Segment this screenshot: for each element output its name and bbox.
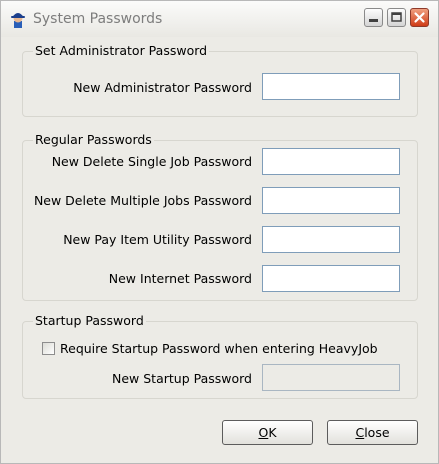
admin-password-label: New Administrator Password — [73, 80, 252, 95]
delete-multiple-jobs-password-label: New Delete Multiple Jobs Password — [33, 193, 252, 208]
maximize-button[interactable] — [387, 8, 406, 27]
admin-group-legend: Set Administrator Password — [33, 43, 210, 58]
delete-single-job-password-field[interactable] — [262, 148, 400, 175]
require-startup-password-label[interactable]: Require Startup Password when entering H… — [60, 341, 378, 356]
minimize-button[interactable] — [364, 8, 383, 27]
startup-group-legend: Startup Password — [33, 313, 146, 328]
maximize-icon — [391, 12, 402, 22]
close-button-label: lose — [364, 425, 390, 440]
startup-password-field — [262, 364, 400, 391]
internet-password-field[interactable] — [262, 265, 400, 292]
close-window-button[interactable] — [410, 8, 429, 27]
ok-button-mnemonic: O — [258, 425, 269, 440]
pay-item-utility-password-field[interactable] — [262, 226, 400, 253]
close-icon — [414, 12, 425, 23]
title-bar[interactable]: System Passwords — [1, 1, 438, 37]
ok-button[interactable]: OK — [222, 420, 313, 445]
startup-password-label: New Startup Password — [112, 371, 252, 386]
admin-password-field[interactable] — [262, 73, 400, 100]
require-startup-password-checkbox[interactable] — [42, 342, 55, 355]
ok-button-label: K — [268, 425, 277, 440]
regular-group-legend: Regular Passwords — [33, 132, 154, 147]
window-title: System Passwords — [33, 11, 163, 27]
pay-item-utility-password-label: New Pay Item Utility Password — [63, 232, 252, 247]
delete-multiple-jobs-password-field[interactable] — [262, 187, 400, 214]
close-button-mnemonic: C — [355, 425, 365, 440]
delete-single-job-password-label: New Delete Single Job Password — [51, 154, 252, 169]
worker-head-icon — [8, 10, 26, 28]
minimize-icon — [369, 19, 378, 22]
close-button[interactable]: Close — [327, 420, 418, 445]
system-passwords-dialog: System Passwords Set Administrator Passw… — [0, 0, 439, 464]
internet-password-label: New Internet Password — [108, 271, 252, 286]
